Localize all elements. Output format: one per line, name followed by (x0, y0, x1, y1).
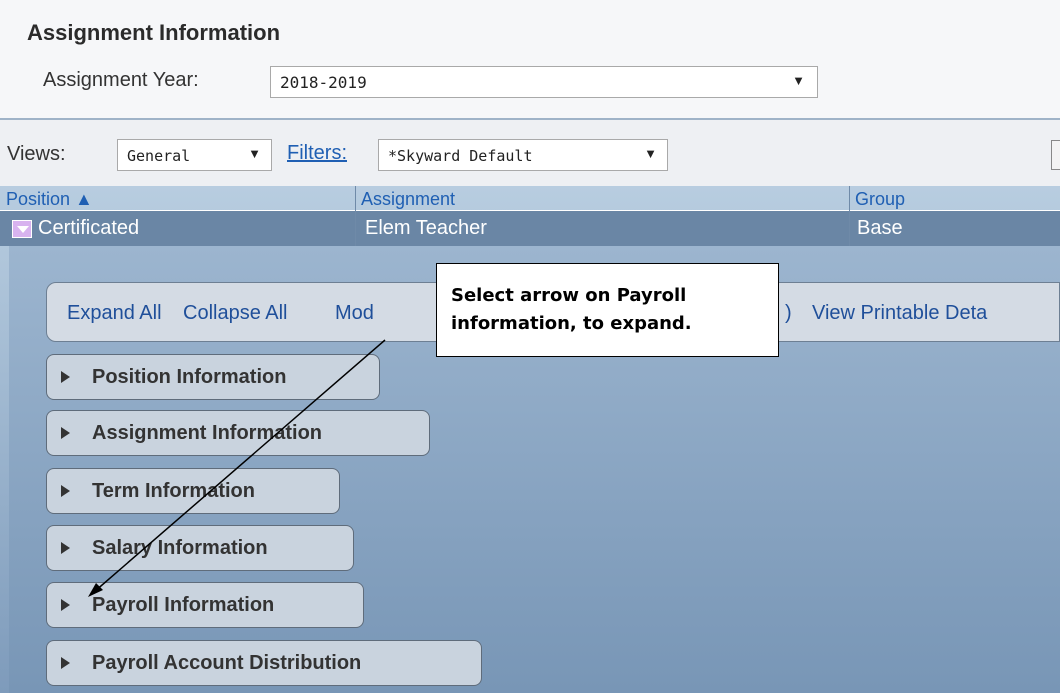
section-assignment-information[interactable]: Assignment Information (46, 410, 430, 456)
section-payroll-account-distribution[interactable]: Payroll Account Distribution (46, 640, 482, 686)
instruction-callout: Select arrow on Payroll information, to … (436, 263, 779, 357)
dropdown-arrow-icon: ▼ (644, 146, 657, 161)
expand-toggle-icon[interactable] (12, 220, 32, 238)
expand-arrow-icon[interactable] (61, 371, 70, 383)
expand-all-link[interactable]: Expand All (67, 302, 162, 325)
row-group: Base (857, 217, 903, 239)
section-term-information[interactable]: Term Information (46, 468, 340, 514)
expand-arrow-icon[interactable] (61, 427, 70, 439)
dropdown-arrow-icon: ▼ (248, 146, 261, 161)
dropdown-arrow-icon: ▼ (792, 73, 805, 88)
page-title: Assignment Information (27, 20, 281, 45)
modify-link[interactable]: Mod (335, 302, 374, 325)
row-position: Certificated (38, 217, 140, 239)
column-separator (355, 186, 356, 246)
collapse-all-link[interactable]: Collapse All (183, 302, 288, 325)
views-value: General (127, 147, 191, 165)
column-separator (849, 186, 850, 246)
column-header-assignment[interactable]: Assignment (355, 186, 849, 210)
expand-arrow-icon[interactable] (61, 542, 70, 554)
section-label: Position Information (92, 366, 287, 388)
filters-value: *Skyward Default (388, 147, 533, 165)
section-salary-information[interactable]: Salary Information (46, 525, 354, 571)
section-label: Payroll Account Distribution (92, 652, 362, 674)
filters-select[interactable]: *Skyward Default ▼ (378, 139, 668, 171)
assignment-year-label: Assignment Year: (43, 69, 199, 91)
action-paren: ) (785, 302, 792, 324)
expand-arrow-icon[interactable] (61, 657, 70, 669)
assignment-year-select[interactable]: 2018-2019 ▼ (270, 66, 818, 98)
section-label: Salary Information (92, 537, 268, 559)
view-printable-link[interactable]: View Printable Deta (812, 302, 987, 325)
row-assignment: Elem Teacher (365, 217, 487, 239)
section-payroll-information[interactable]: Payroll Information (46, 582, 364, 628)
section-position-information[interactable]: Position Information (46, 354, 380, 400)
filters-link[interactable]: Filters: (287, 142, 347, 165)
table-row[interactable]: Certificated Elem Teacher Base (0, 210, 1060, 246)
expand-arrow-icon[interactable] (61, 599, 70, 611)
expand-arrow-icon[interactable] (61, 485, 70, 497)
views-label: Views: (7, 143, 66, 165)
column-header-position[interactable]: Position ▲ (0, 186, 355, 210)
section-label: Assignment Information (92, 422, 323, 444)
toolbar-edge-button[interactable] (1051, 140, 1060, 170)
section-label: Payroll Information (92, 594, 275, 616)
column-header-group[interactable]: Group (849, 186, 1060, 210)
views-filters-toolbar: Views: General ▼ Filters: *Skyward Defau… (0, 120, 1060, 186)
views-select[interactable]: General ▼ (117, 139, 272, 171)
assignment-year-value: 2018-2019 (280, 73, 367, 92)
callout-text: Select arrow on Payroll information, to … (451, 285, 692, 334)
assignment-header-panel: Assignment Information Assignment Year: … (0, 0, 1060, 118)
section-label: Term Information (92, 480, 255, 502)
